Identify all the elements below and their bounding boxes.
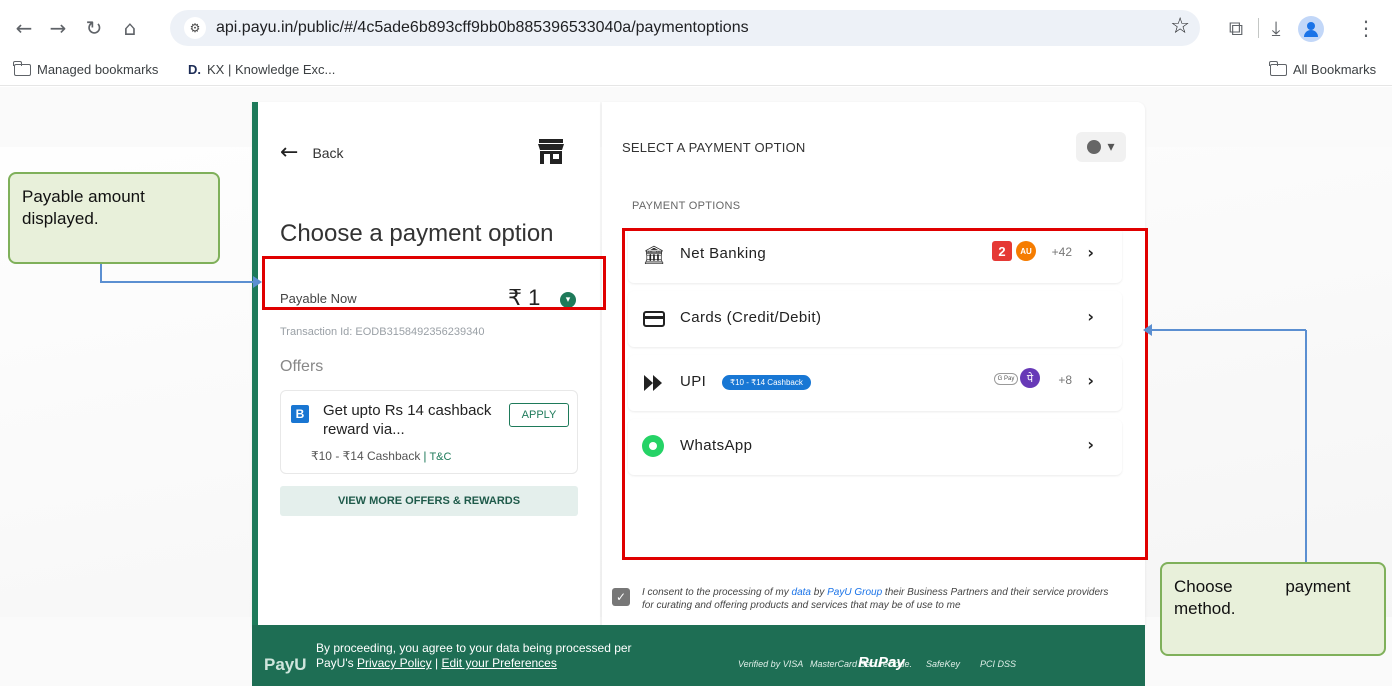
page-title: Choose a payment option [280,220,554,247]
annotation-payable-note: Payable amount displayed. [8,172,220,264]
offer-title: Get upto Rs 14 cashback reward via... [323,402,492,438]
footer-separator: | [431,656,442,670]
managed-folder-icon [13,60,31,76]
payu-group-link[interactable]: PayU Group [827,587,882,598]
address-bar[interactable]: ⚙ api.payu.in/public/#/4c5ade6b893cff9bb… [170,10,1200,46]
payable-highlight-box [262,256,606,310]
visa-cert-logo: Verified by VISA [738,659,804,669]
toolbar-divider [1258,18,1259,38]
bookmark-kx[interactable]: D. KX | Knowledge Exc... [188,62,335,77]
consent-row: ✓ I consent to the processing of my data… [602,580,1122,624]
offers-heading: Offers [280,358,324,375]
payment-options-title: SELECT A PAYMENT OPTION [622,140,806,155]
connector-line [100,281,254,283]
caret-down-icon: ▾ [1107,139,1115,155]
offer-cashback: ₹10 - ₹14 Cashback | T&C [311,449,451,463]
bookmark-all[interactable]: All Bookmarks [1269,60,1377,77]
annotation-payment-note: Choose payment method. [1160,562,1386,656]
back-button[interactable]: ← Back [280,140,344,165]
back-icon[interactable]: ← [10,14,38,42]
download-icon[interactable]: ⤓ [1262,14,1290,42]
profile-avatar-icon[interactable] [1298,16,1324,42]
connector-line [1305,330,1307,562]
all-bookmarks-folder-icon [1269,60,1287,76]
data-link[interactable]: data [792,587,811,598]
connector-line [1152,329,1306,331]
transaction-id: Transaction Id: EODB3158492356239340 [280,326,485,338]
edit-preferences-link[interactable]: Edit your Preferences [441,656,556,670]
offer-card[interactable]: B Get upto Rs 14 cashback reward via... … [280,390,578,474]
connector-arrowhead [253,276,262,288]
payment-options-label: PAYMENT OPTIONS [632,200,741,212]
footer-line-prefix: PayU's [316,656,357,670]
rupay-logo: RuPay [858,654,905,671]
back-label: Back [312,144,344,161]
consent-text-part: by [811,587,828,598]
reload-icon[interactable]: ↻ [80,14,108,42]
account-icon [1087,140,1102,154]
kx-favicon-icon: D. [188,62,201,77]
bookmark-kx-label: KX | Knowledge Exc... [207,62,336,77]
privacy-policy-link[interactable]: Privacy Policy [357,656,432,670]
connector-arrowhead [1143,324,1152,336]
offer-brand-icon: B [291,405,309,423]
order-summary-panel: ← Back Choose a payment option Payable N… [252,102,600,627]
footer-line: By proceeding, you agree to your data be… [316,641,632,655]
consent-text: I consent to the processing of my data b… [642,586,1122,612]
home-icon[interactable]: ⌂ [116,14,144,42]
store-icon [538,139,564,164]
safekey-logo: SafeKey [926,659,961,669]
site-info-icon[interactable]: ⚙ [184,17,206,39]
view-more-offers-button[interactable]: VIEW MORE OFFERS & REWARDS [280,486,578,516]
account-menu-button[interactable]: ▾ [1076,132,1126,162]
payment-options-highlight-box [622,228,1148,560]
payu-logo: PayU [264,655,307,674]
footer: PayU By proceeding, you agree to your da… [252,625,1145,686]
tc-link[interactable]: T&C [429,451,451,463]
bookmark-star-icon[interactable]: ☆ [1170,14,1190,39]
bookmark-managed-label: Managed bookmarks [37,62,159,77]
browser-toolbar: ← → ↻ ⌂ ⚙ api.payu.in/public/#/4c5ade6b8… [0,0,1392,56]
offer-cashback-text: ₹10 - ₹14 Cashback [311,449,421,463]
forward-icon[interactable]: → [44,14,72,42]
menu-kebab-icon[interactable]: ⋮ [1352,14,1380,42]
offer-divider: | [423,449,427,463]
extensions-icon[interactable]: ⧉ [1222,14,1250,42]
bookmarks-bar: Managed bookmarks D. KX | Knowledge Exc.… [0,56,1392,86]
apply-button[interactable]: APPLY [509,403,569,427]
address-url[interactable]: api.payu.in/public/#/4c5ade6b893cff9bb0b… [216,19,749,37]
bookmark-all-label: All Bookmarks [1293,62,1377,77]
back-arrow-icon: ← [280,140,299,165]
footer-links: PayU's Privacy Policy | Edit your Prefer… [316,656,632,671]
bookmark-managed[interactable]: Managed bookmarks [13,60,159,77]
connector-line [100,264,102,282]
consent-text-part: I consent to the processing of my [642,587,792,598]
footer-notice: By proceeding, you agree to your data be… [316,641,632,671]
consent-checkbox[interactable]: ✓ [612,588,630,606]
pci-dss-logo: PCI DSS [980,659,1017,669]
